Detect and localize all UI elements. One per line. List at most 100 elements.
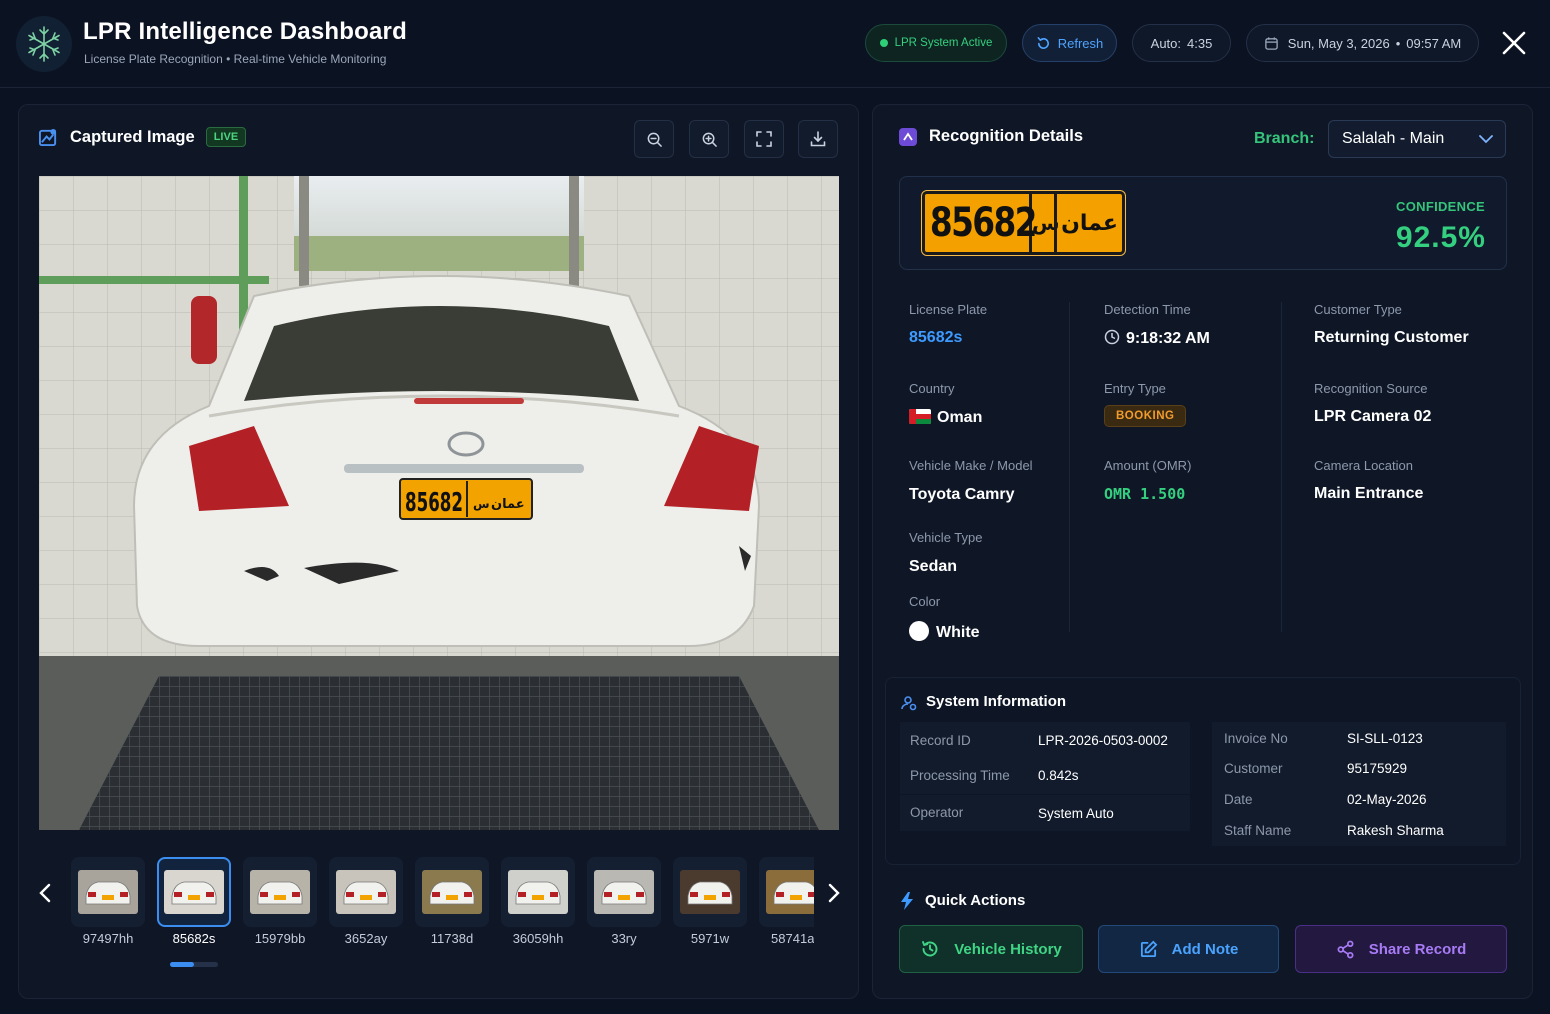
recognition-header: Recognition Details — [899, 127, 1083, 146]
recognized-plate-image: 85682 س عمان — [922, 191, 1125, 255]
system-status-text: LPR System Active — [894, 37, 993, 49]
recognition-source-label: Recognition Source — [1314, 381, 1428, 396]
system-status-badge: LPR System Active — [865, 24, 1007, 62]
thumbnail-car-image — [766, 870, 814, 914]
color-label: Color — [909, 594, 941, 609]
thumbnail-item[interactable] — [329, 857, 403, 927]
processing-time-value: 0.842s — [1038, 768, 1079, 783]
oman-flag-icon — [909, 409, 931, 424]
current-date: Sun, May 3, 2026 — [1287, 35, 1390, 51]
refresh-label: Refresh — [1057, 35, 1104, 51]
share-record-button[interactable]: Share Record — [1295, 925, 1507, 973]
auto-label: Auto: — [1150, 35, 1182, 51]
country-value-row: Oman — [909, 409, 982, 427]
plate-number: 85682 — [929, 200, 1038, 246]
detection-time-row: 9:18:32 AM — [1104, 329, 1210, 348]
column-divider — [1281, 302, 1282, 632]
thumbnails-next-button[interactable] — [822, 875, 846, 911]
thumbnail-label: 33ry — [611, 931, 637, 946]
quick-actions-title: Quick Actions — [925, 892, 1026, 909]
thumbnail-car-image — [594, 870, 654, 914]
chevron-down-icon — [1479, 135, 1493, 144]
thumbnail-car-image — [250, 870, 310, 914]
thumbnail-strip: 97497hh 85682s 15979bb 3652ay 11738d 36059hh 3… — [19, 105, 814, 965]
recognition-source-value: LPR Camera 02 — [1314, 408, 1432, 425]
app-title: LPR Intelligence Dashboard — [83, 18, 407, 45]
detection-time-label: Detection Time — [1104, 302, 1191, 317]
entry-type-badge: BOOKING — [1104, 405, 1187, 427]
refresh-button[interactable]: Refresh — [1022, 24, 1117, 62]
customer-type-value: Returning Customer — [1314, 329, 1469, 346]
system-information-card: System Information Record ID LPR-2026-05… — [885, 677, 1521, 865]
branch-select[interactable]: Salalah - Main — [1328, 120, 1506, 158]
system-info-icon — [901, 696, 917, 711]
customer-label: Customer — [1224, 761, 1283, 776]
thumbnail-item[interactable] — [673, 857, 747, 927]
amount-label: Amount (OMR) — [1104, 458, 1192, 473]
make-model-label: Vehicle Make / Model — [909, 458, 1033, 473]
operator-value: System Auto — [1038, 806, 1114, 821]
date-separator: • — [1395, 35, 1401, 51]
thumbnail-label: 3652ay — [344, 931, 388, 946]
thumbnail-item[interactable] — [243, 857, 317, 927]
thumbnail-car-image — [508, 870, 568, 914]
invoice-no-label: Invoice No — [1224, 731, 1288, 746]
customer-type-label: Customer Type — [1314, 302, 1402, 317]
record-id-value: LPR-2026-0503-0002 — [1038, 733, 1168, 748]
thumbnail-label: 5971w — [690, 931, 730, 946]
operator-label: Operator — [910, 805, 964, 820]
confidence-value: 92.5% — [1395, 221, 1486, 254]
vehicle-type-value: Sedan — [909, 558, 958, 575]
thumbnail-label: 36059hh — [512, 931, 564, 946]
thumbnail-item[interactable] — [71, 857, 145, 927]
license-plate-label: License Plate — [909, 302, 988, 317]
recognition-title: Recognition Details — [929, 127, 1084, 145]
close-button[interactable] — [1500, 29, 1528, 57]
date-time-display: Sun, May 3, 2026 • 09:57 AM — [1246, 24, 1479, 62]
current-time: 09:57 AM — [1406, 35, 1462, 51]
add-note-label: Add Note — [1171, 940, 1239, 958]
clock-icon — [1104, 329, 1120, 345]
thumbnail-item[interactable] — [759, 857, 814, 927]
processing-time-label: Processing Time — [910, 768, 1010, 783]
vehicle-type-label: Vehicle Type — [909, 530, 983, 545]
customer-value: 95175929 — [1347, 761, 1408, 776]
app-subtitle: License Plate Recognition • Real-time Ve… — [84, 52, 387, 66]
recognition-details-panel: Recognition Details Branch: Salalah - Ma… — [872, 104, 1533, 999]
share-record-label: Share Record — [1368, 940, 1467, 958]
lightning-icon — [901, 892, 913, 910]
thumbnail-scrollbar-thumb[interactable] — [170, 962, 194, 967]
history-icon — [922, 941, 938, 957]
thumbnail-label: 85682s — [172, 931, 216, 946]
thumbnail-scrollbar[interactable] — [170, 962, 218, 967]
record-id-label: Record ID — [910, 733, 971, 748]
thumbnail-item[interactable] — [501, 857, 575, 927]
amount-value: OMR 1.500 — [1104, 485, 1186, 503]
thumbnail-label: 58741ac — [771, 931, 814, 946]
column-divider — [1069, 302, 1070, 632]
status-dot-icon — [879, 39, 888, 47]
thumbnail-item[interactable] — [587, 857, 661, 927]
entry-type-label: Entry Type — [1104, 381, 1166, 396]
snowflake-logo-icon — [16, 16, 72, 72]
add-note-button[interactable]: Add Note — [1098, 925, 1279, 973]
vehicle-history-button[interactable]: Vehicle History — [899, 925, 1083, 973]
thumbnail-label: 97497hh — [82, 931, 134, 946]
thumbnail-label: 11738d — [430, 931, 474, 946]
license-plate-value: 85682s — [909, 329, 963, 346]
thumbnail-car-image — [422, 870, 482, 914]
plate-result-card: 85682 س عمان CONFIDENCE 92.5% — [899, 176, 1507, 270]
thumbnail-car-image — [336, 870, 396, 914]
branch-value: Salalah - Main — [1342, 130, 1445, 147]
captured-image-panel: Captured Image LIVE 85682 س عمان 97497hh… — [18, 104, 859, 999]
camera-location-label: Camera Location — [1314, 458, 1413, 473]
top-header: LPR Intelligence Dashboard License Plate… — [0, 0, 1550, 88]
auto-countdown: 4:35 — [1187, 35, 1213, 51]
thumbnail-car-image — [78, 870, 138, 914]
thumbnail-label: 15979bb — [254, 931, 306, 946]
staff-name-label: Staff Name — [1224, 823, 1292, 838]
thumbnail-item[interactable] — [415, 857, 489, 927]
thumbnail-item[interactable] — [157, 857, 231, 927]
date-value: 02-May-2026 — [1347, 792, 1427, 807]
make-model-value: Toyota Camry — [909, 486, 1015, 503]
